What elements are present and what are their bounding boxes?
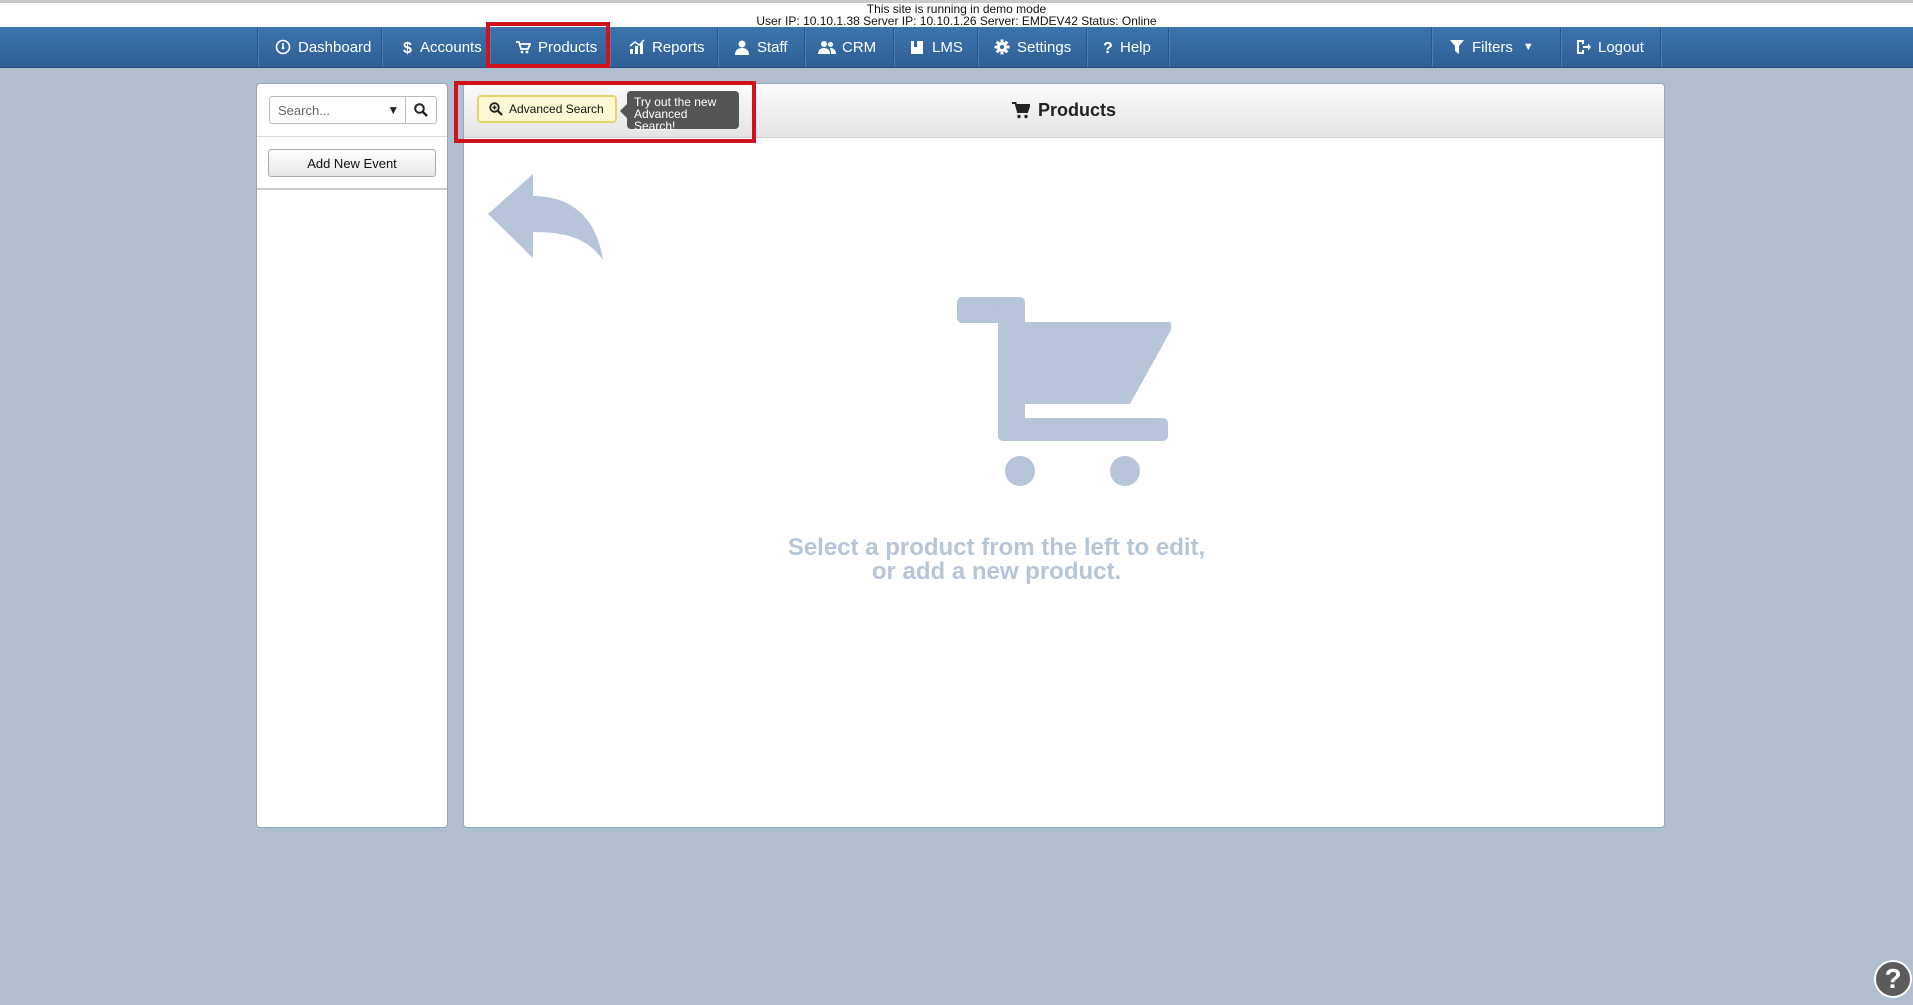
logout-label: Logout <box>1598 38 1644 56</box>
empty-state-message: Select a product from the left to edit, … <box>464 536 1529 584</box>
demo-banner: This site is running in demo mode User I… <box>0 0 1913 27</box>
nav-separator <box>381 27 382 67</box>
nav-separator <box>1660 27 1661 67</box>
nav-item-products[interactable]: Products <box>508 27 603 67</box>
nav-separator <box>257 27 258 67</box>
search-button[interactable] <box>404 97 436 123</box>
cart-icon <box>514 38 532 56</box>
search-dropdown-icon[interactable]: ▼ <box>382 97 405 123</box>
page-title-text: Products <box>1037 100 1116 120</box>
advanced-search-tooltip: Try out the new Advanced Search! <box>620 91 739 133</box>
nav-separator <box>977 27 978 67</box>
nav-label: CRM <box>842 38 877 56</box>
nav-label: Dashboard <box>298 38 372 56</box>
nav-separator <box>1431 27 1432 67</box>
gear-icon <box>993 38 1011 56</box>
advanced-search-button[interactable]: Advanced Search <box>477 95 617 123</box>
nav-label: Staff <box>757 38 788 56</box>
logout-icon <box>1574 38 1592 56</box>
nav-label: Products <box>538 38 598 56</box>
products-panel: Products Advanced Search Try out the new… <box>463 83 1665 828</box>
add-new-event-button[interactable]: Add New Event <box>268 149 436 177</box>
svg-text:$: $ <box>403 40 412 55</box>
nav-item-settings[interactable]: Settings <box>987 27 1077 67</box>
back-arrow-icon <box>488 174 603 260</box>
server-status-text: User IP: 10.10.1.38 Server IP: 10.10.1.2… <box>756 14 1157 28</box>
main-navbar: Dashboard $ Accounts Products Reports St… <box>0 27 1913 68</box>
nav-separator <box>1086 27 1087 67</box>
nav-separator <box>804 27 805 67</box>
nav-item-crm[interactable]: CRM <box>812 27 882 67</box>
nav-label: Help <box>1120 38 1151 56</box>
nav-label: LMS <box>932 38 963 56</box>
nav-item-staff[interactable]: Staff <box>727 27 794 67</box>
nav-separator <box>489 27 490 67</box>
dashboard-icon <box>274 38 292 56</box>
chevron-down-icon: ▼ <box>1522 41 1534 53</box>
help-button[interactable]: ? <box>1874 960 1912 998</box>
logout-button[interactable]: Logout <box>1568 27 1650 67</box>
nav-item-lms[interactable]: LMS <box>902 27 969 67</box>
book-icon <box>908 38 926 56</box>
chart-icon <box>628 38 646 56</box>
person-icon <box>733 38 751 56</box>
nav-separator <box>609 27 610 67</box>
cart-placeholder-icon <box>957 297 1171 486</box>
nav-separator <box>893 27 894 67</box>
filters-label: Filters <box>1472 38 1513 56</box>
nav-separator <box>717 27 718 67</box>
people-icon <box>818 38 836 56</box>
sidebar-divider <box>257 188 447 190</box>
nav-label: Settings <box>1017 38 1072 56</box>
zoom-icon <box>489 102 503 116</box>
search-icon <box>414 103 428 117</box>
filter-icon <box>1448 38 1466 56</box>
question-icon: ? <box>1102 38 1114 56</box>
advanced-search-label: Advanced Search <box>509 102 604 116</box>
search-box: ▼ <box>269 96 437 124</box>
nav-label: Accounts <box>420 38 482 56</box>
filters-menu[interactable]: Filters ▼ <box>1442 27 1540 67</box>
nav-item-reports[interactable]: Reports <box>622 27 711 67</box>
nav-separator <box>1560 27 1561 67</box>
svg-text:?: ? <box>1103 40 1113 55</box>
nav-item-accounts[interactable]: $ Accounts <box>396 27 488 67</box>
cart-icon <box>1011 102 1030 119</box>
sidebar-divider <box>257 136 447 137</box>
tooltip-line: Advanced Search! <box>634 107 688 133</box>
nav-item-dashboard[interactable]: Dashboard <box>268 27 377 67</box>
left-sidebar: ▼ Add New Event <box>256 83 448 828</box>
dollar-icon: $ <box>402 38 414 56</box>
nav-label: Reports <box>652 38 705 56</box>
empty-state-line: Select a product from the left to edit, <box>787 534 1206 561</box>
nav-separator <box>1168 27 1169 67</box>
search-input[interactable] <box>270 98 382 122</box>
nav-item-help[interactable]: ? Help <box>1096 27 1157 67</box>
empty-state-line: or add a new product. <box>871 558 1122 585</box>
